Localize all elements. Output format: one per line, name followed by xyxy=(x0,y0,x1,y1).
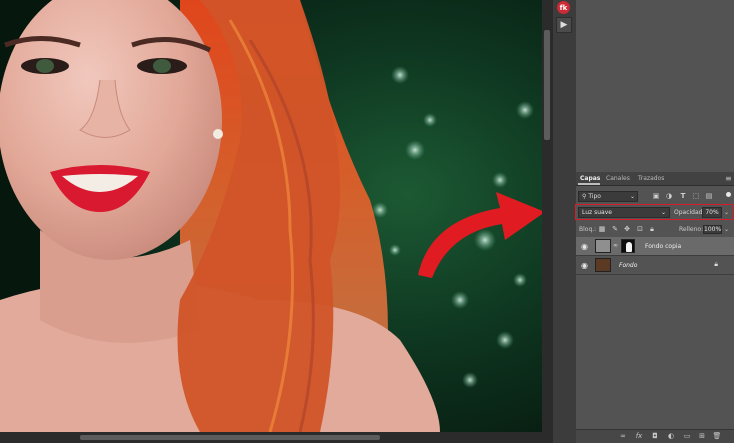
opacity-field[interactable]: 70% xyxy=(702,207,722,218)
app-logo: fk xyxy=(557,1,570,14)
active-tab-indicator xyxy=(578,183,600,185)
vertical-scrollbar[interactable] xyxy=(542,0,552,432)
play-icon: ▶ xyxy=(560,20,568,30)
annotation-arrow xyxy=(418,192,542,278)
horizontal-scroll-thumb[interactable] xyxy=(80,435,380,440)
type-filter-icon[interactable]: T xyxy=(679,192,687,200)
add-mask-icon[interactable]: ◘ xyxy=(650,430,660,442)
layer-row-fondo-copia[interactable]: ◉ ∞ Fondo copia xyxy=(576,237,734,256)
adjustment-layer-icon[interactable]: ◐ xyxy=(666,430,676,442)
layer-thumbnail xyxy=(595,239,611,253)
layer-name[interactable]: Fondo xyxy=(619,256,637,275)
blend-mode-value: Luz suave xyxy=(582,209,612,216)
opacity-dropdown-icon[interactable]: ⌄ xyxy=(724,207,729,218)
vertical-scroll-thumb[interactable] xyxy=(544,30,550,140)
panel-menu-icon[interactable]: ≡ xyxy=(725,174,732,183)
eye-icon[interactable]: ◉ xyxy=(581,261,588,270)
eye-icon[interactable]: ◉ xyxy=(581,242,588,251)
link-icon: ∞ xyxy=(613,242,618,249)
layers-panel xyxy=(576,0,734,443)
fill-field[interactable]: 100% xyxy=(703,225,722,234)
lock-transparent-icon[interactable]: ▦ xyxy=(598,225,606,234)
layer-mask-thumbnail[interactable] xyxy=(621,239,635,253)
collapsed-panel-strip xyxy=(552,0,576,443)
link-layers-icon[interactable]: ∞ xyxy=(618,430,628,442)
layer-name[interactable]: Fondo copia xyxy=(645,237,681,256)
play-actions-button[interactable]: ▶ xyxy=(556,17,572,33)
shape-filter-icon[interactable]: ⬚ xyxy=(692,192,700,200)
lock-position-icon[interactable]: ✥ xyxy=(623,225,631,234)
filter-label: Tipo xyxy=(588,193,601,200)
horizontal-scrollbar[interactable] xyxy=(0,432,552,443)
lock-artboard-icon[interactable]: ⊡ xyxy=(636,225,644,234)
fill-label: Relleno: xyxy=(679,226,704,233)
opacity-label: Opacidad: xyxy=(674,209,705,216)
adjustment-filter-icon[interactable]: ◑ xyxy=(665,192,673,200)
tab-trazados[interactable]: Trazados xyxy=(638,172,664,186)
blend-mode-select[interactable]: Luz suave ⌄ xyxy=(578,207,670,218)
lock-label: Bloq.: xyxy=(579,226,597,233)
new-layer-icon[interactable]: ⊞ xyxy=(697,430,707,442)
chevron-down-icon: ⌄ xyxy=(660,209,666,216)
layer-filter-select[interactable]: ⚲ Tipo ⌄ xyxy=(578,191,638,202)
trash-icon[interactable]: 🗑︎ xyxy=(712,430,722,442)
smart-object-filter-icon[interactable]: ▤ xyxy=(705,192,713,200)
search-icon: ⚲ xyxy=(582,193,587,200)
layer-row-fondo[interactable]: ◉ Fondo 🔒︎ xyxy=(576,256,734,275)
layer-thumbnail xyxy=(595,258,611,272)
pixel-filter-icon[interactable]: ▣ xyxy=(652,192,660,200)
fill-dropdown-icon[interactable]: ⌄ xyxy=(724,225,729,234)
chevron-down-icon: ⌄ xyxy=(629,193,635,200)
tab-canales[interactable]: Canales xyxy=(606,172,630,186)
lock-icon: 🔒︎ xyxy=(714,260,718,268)
lock-all-icon[interactable]: 🔒︎ xyxy=(648,225,656,234)
image-canvas[interactable] xyxy=(0,0,542,432)
group-icon[interactable]: ▭ xyxy=(682,430,692,442)
fx-icon[interactable]: fx xyxy=(634,430,644,442)
lock-image-icon[interactable]: ✎ xyxy=(611,225,619,234)
filter-toggle-icon[interactable] xyxy=(726,192,731,197)
